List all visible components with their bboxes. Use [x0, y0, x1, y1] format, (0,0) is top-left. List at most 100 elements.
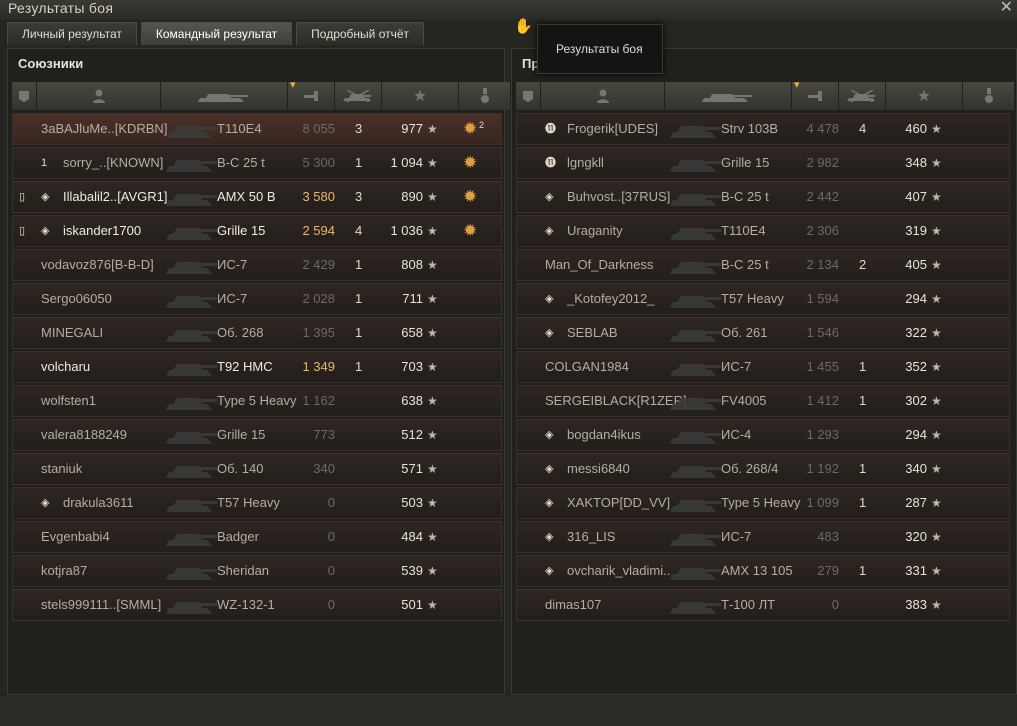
tab-team[interactable]: Командный результат — [140, 22, 293, 45]
xp-value: 294 — [905, 291, 927, 306]
kills-icon[interactable] — [335, 82, 382, 110]
player-name[interactable]: 3aBAJluMe..[KDRBN] — [41, 114, 167, 144]
xp-value: 703 — [401, 359, 423, 374]
table-row[interactable]: ◈ SEBLAB Об. 261 1 546 322 ★ — [516, 317, 1010, 349]
table-row[interactable]: MINEGALI Об. 268 1 395 1 658 ★ — [12, 317, 502, 349]
player-name[interactable]: XAKTOP[DD_VV] — [567, 488, 670, 518]
tab-detailed[interactable]: Подробный отчёт — [296, 22, 425, 45]
damage-icon[interactable]: ▾ — [288, 79, 335, 110]
table-row[interactable]: ◈ ovcharik_vladimi.. AMX 13 105 279 1 331 ★ — [516, 555, 1010, 587]
player-name[interactable]: _Kotofey2012_ — [567, 284, 654, 314]
player-name[interactable]: Sergo06050 — [41, 284, 112, 314]
player-name[interactable]: MINEGALI — [41, 318, 103, 348]
table-row[interactable]: ⓫ Frogerik[UDES] Strv 103B 4 478 4 460 ★ — [516, 113, 1010, 145]
vehicle-name: T92 HMC — [217, 359, 273, 374]
player-name[interactable]: kotjra87 — [41, 556, 87, 586]
damage-value: 2 306 — [806, 223, 839, 238]
table-row[interactable]: ◈ 316_LIS ИС-7 483 320 ★ — [516, 521, 1010, 553]
tab-personal[interactable]: Личный результат — [7, 22, 137, 45]
kills-icon[interactable] — [839, 82, 886, 110]
player-name[interactable]: valera8188249 — [41, 420, 127, 450]
player-name[interactable]: dimas107 — [545, 590, 601, 620]
player-name[interactable]: bogdan4ikus — [567, 420, 641, 450]
title-bar[interactable]: Результаты боя ✕ — [0, 0, 1017, 20]
table-row[interactable]: COLGAN1984 ИС-7 1 455 1 352 ★ — [516, 351, 1010, 383]
table-row[interactable]: staniuk Об. 140 340 571 ★ — [12, 453, 502, 485]
player-name[interactable]: stels999111..[SMML] — [41, 590, 161, 620]
xp-value: 638 — [401, 393, 423, 408]
table-row[interactable]: Sergo06050 ИС-7 2 028 1 711 ★ — [12, 283, 502, 315]
medal-icon[interactable]: ✹ — [463, 182, 477, 212]
damage-value: 3 580 — [302, 189, 335, 204]
player-name[interactable]: SERGEIBLACK[R1ZER] — [545, 386, 687, 416]
damage-icon[interactable]: ▾ — [792, 79, 839, 110]
table-row[interactable]: ◈ XAKTOP[DD_VV] Type 5 Heavy 1 099 1 287 ★ — [516, 487, 1010, 519]
table-row[interactable]: 3aBAJluMe..[KDRBN] T110E4 8 055 3 977 ★ ✹ 2 — [12, 113, 502, 145]
table-row[interactable]: ◈ _Kotofey2012_ T57 Heavy 1 594 294 ★ — [516, 283, 1010, 315]
player-name[interactable]: staniuk — [41, 454, 82, 484]
vehicle-name: В-С 25 t — [721, 189, 769, 204]
table-row[interactable]: ◈ bogdan4ikus ИС-4 1 293 294 ★ — [516, 419, 1010, 451]
table-row[interactable]: ▯ ◈ iskander1700 Grille 15 2 594 4 1 036 ★ ✹ — [12, 215, 502, 247]
player-name[interactable]: drakula3611 — [63, 488, 134, 518]
table-row[interactable]: ◈ Uraganity T110E4 2 306 319 ★ — [516, 215, 1010, 247]
star-icon[interactable]: ★ — [886, 82, 963, 110]
player-icon[interactable] — [37, 82, 161, 110]
table-row[interactable]: ▯ ◈ Illabalil2..[AVGR1] AMX 50 B 3 580 3 890 ★ ✹ — [12, 181, 502, 213]
player-name[interactable]: Uraganity — [567, 216, 623, 246]
player-icon[interactable] — [541, 82, 665, 110]
table-row[interactable]: Evgenbabi4 Badger 0 484 ★ — [12, 521, 502, 553]
table-row[interactable]: vodavoz876[B-B-D] ИС-7 2 429 1 808 ★ — [12, 249, 502, 281]
player-name[interactable]: SEBLAB — [567, 318, 618, 348]
medal-icon[interactable] — [459, 82, 511, 110]
player-name[interactable]: iskander1700 — [63, 216, 141, 246]
player-name[interactable]: Evgenbabi4 — [41, 522, 110, 552]
kills-value: 1 — [859, 393, 867, 408]
table-row[interactable]: 1 sorry_..[KNOWN] В-С 25 t 5 300 1 1 094 ★ ✹ — [12, 147, 502, 179]
player-name[interactable]: vodavoz876[B-B-D] — [41, 250, 154, 280]
medal-icon[interactable]: ✹ — [463, 216, 477, 246]
medal-icon[interactable]: ✹ — [463, 114, 477, 144]
table-row[interactable]: ◈ drakula3611 T57 Heavy 0 503 ★ — [12, 487, 502, 519]
table-row[interactable]: ◈ messi6840 Об. 268/4 1 192 1 340 ★ — [516, 453, 1010, 485]
kills-value: 1 — [355, 155, 363, 170]
star-icon[interactable]: ★ — [382, 82, 459, 110]
rank-badge-icon: 1 — [41, 157, 48, 169]
table-row[interactable]: Man_Of_Darkness В-С 25 t 2 134 2 405 ★ — [516, 249, 1010, 281]
table-row[interactable]: dimas107 Т-100 ЛТ 0 383 ★ — [516, 589, 1010, 621]
vehicle-icon[interactable] — [161, 82, 288, 110]
close-icon[interactable]: ✕ — [1000, 0, 1013, 17]
damage-value: 2 594 — [302, 223, 335, 238]
vehicle-icon[interactable] — [665, 82, 792, 110]
medal-count: 2 — [479, 120, 485, 130]
xp-value: 294 — [905, 427, 927, 442]
table-row[interactable]: valera8188249 Grille 15 773 512 ★ — [12, 419, 502, 451]
medal-icon[interactable] — [963, 82, 1015, 110]
player-name[interactable]: 316_LIS — [567, 522, 615, 552]
star-icon: ★ — [931, 326, 942, 340]
damage-value: 1 455 — [806, 359, 839, 374]
platoon-icon[interactable] — [516, 82, 541, 110]
medal-icon[interactable]: ✹ — [463, 148, 477, 178]
player-name[interactable]: Frogerik[UDES] — [567, 114, 658, 144]
player-name[interactable]: ovcharik_vladimi.. — [567, 556, 670, 586]
player-name[interactable]: sorry_..[KNOWN] — [63, 148, 163, 178]
table-row[interactable]: ⓫ lgngkll Grille 15 2 982 348 ★ — [516, 147, 1010, 179]
player-name[interactable]: Illabalil2..[AVGR1] — [63, 182, 168, 212]
star-icon: ★ — [931, 564, 942, 578]
table-row[interactable]: wolfsten1 Type 5 Heavy 1 162 638 ★ — [12, 385, 502, 417]
player-name[interactable]: Man_Of_Darkness — [545, 250, 653, 280]
table-row[interactable]: volcharu T92 HMC 1 349 1 703 ★ — [12, 351, 502, 383]
player-name[interactable]: wolfsten1 — [41, 386, 96, 416]
table-row[interactable]: kotjra87 Sheridan 0 539 ★ — [12, 555, 502, 587]
platoon-icon[interactable] — [12, 82, 37, 110]
player-name[interactable]: messi6840 — [567, 454, 630, 484]
player-name[interactable]: COLGAN1984 — [545, 352, 629, 382]
damage-value: 483 — [817, 529, 839, 544]
table-row[interactable]: ◈ Buhvost..[37RUS] В-С 25 t 2 442 407 ★ — [516, 181, 1010, 213]
player-name[interactable]: lgngkll — [567, 148, 604, 178]
player-name[interactable]: volcharu — [41, 352, 90, 382]
table-row[interactable]: stels999111..[SMML] WZ-132-1 0 501 ★ — [12, 589, 502, 621]
player-name[interactable]: Buhvost..[37RUS] — [567, 182, 670, 212]
table-row[interactable]: SERGEIBLACK[R1ZER] FV4005 1 412 1 302 ★ — [516, 385, 1010, 417]
